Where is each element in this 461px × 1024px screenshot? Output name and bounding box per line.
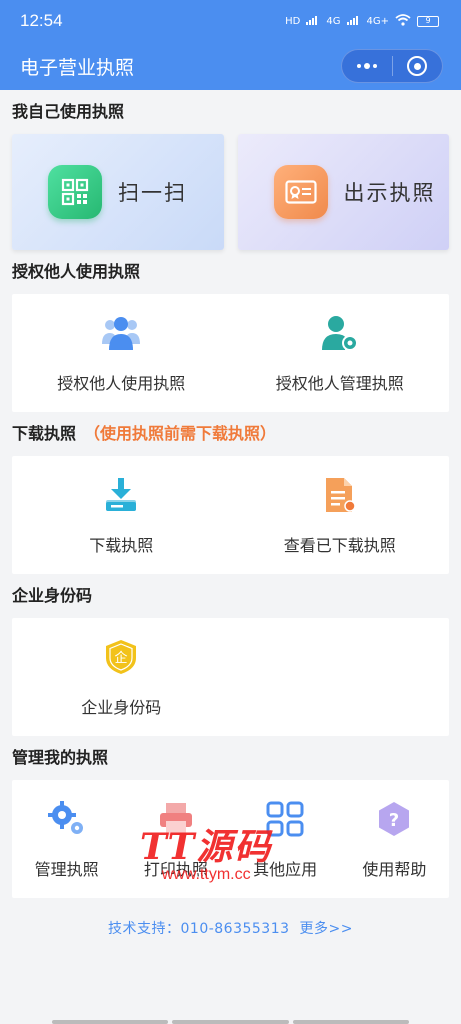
status-time: 12:54 <box>20 11 63 30</box>
download-license-label: 下载执照 <box>89 536 154 555</box>
manage-panel: 管理执照 打印执照 其他应用 ? 使用帮助 <box>12 780 449 898</box>
apps-grid-icon <box>264 798 306 840</box>
manage-license-label: 管理执照 <box>34 860 99 879</box>
nav-bar: 电子营业执照 <box>0 42 461 90</box>
home-indicator <box>0 1020 461 1024</box>
download-icon <box>100 474 142 516</box>
license-card-icon <box>273 165 328 219</box>
enterprise-id-button[interactable]: 企 企业身份码 <box>12 618 231 736</box>
enterprise-id-label: 企业身份码 <box>81 698 162 717</box>
section-title-manage: 管理我的执照 <box>12 748 109 767</box>
authorize-panel: 授权他人使用执照 授权他人管理执照 <box>12 294 449 412</box>
view-downloaded-label: 查看已下载执照 <box>283 536 396 555</box>
empty-slot <box>231 618 450 736</box>
signal-icon <box>306 14 320 28</box>
users-icon <box>100 312 142 354</box>
hd-indicator: HD <box>285 15 301 27</box>
miniprogram-capsule <box>341 49 443 83</box>
dots-icon <box>356 63 377 69</box>
user-gear-icon <box>319 312 361 354</box>
page-title: 电子营业执照 <box>20 56 135 79</box>
help-label: 使用帮助 <box>362 860 427 879</box>
printer-icon <box>155 798 197 840</box>
battery-icon: 9 <box>417 15 439 27</box>
svg-text:?: ? <box>389 810 399 831</box>
wifi-icon <box>395 13 411 29</box>
status-bar: 12:54 HD 4G 4G+ 9 <box>0 0 461 42</box>
print-license-label: 打印执照 <box>143 860 208 879</box>
qr-code-icon <box>48 165 102 219</box>
status-icons: HD 4G 4G+ 9 <box>285 13 439 29</box>
section-title-download: 下载执照 （使用执照前需下载执照） <box>0 412 461 456</box>
more-button[interactable] <box>342 50 392 82</box>
footer: 技术支持：010-86355313 更多>> <box>0 918 461 938</box>
badge-char: 企 <box>115 650 128 666</box>
help-button[interactable]: ? 使用帮助 <box>340 780 449 898</box>
signal-icon-2 <box>346 14 361 28</box>
download-license-button[interactable]: 下载执照 <box>12 456 231 574</box>
scan-label: 扫一扫 <box>118 181 187 205</box>
authorize-manage-button[interactable]: 授权他人管理执照 <box>231 294 450 412</box>
authorize-use-label: 授权他人使用执照 <box>57 374 186 393</box>
show-license-button[interactable]: 出示执照 <box>237 134 449 250</box>
enterprise-id-panel: 企 企业身份码 <box>12 618 449 736</box>
download-title-text: 下载执照 <box>12 424 77 443</box>
shield-badge-icon: 企 <box>100 636 142 678</box>
self-use-cards: 扫一扫 出示执照 <box>0 134 461 250</box>
print-license-button[interactable]: 打印执照 <box>121 780 230 898</box>
help-icon: ? <box>373 798 415 840</box>
download-panel: 下载执照 查看已下载执照 <box>12 456 449 574</box>
section-title-enterprise-id: 企业身份码 <box>12 586 93 605</box>
other-apps-button[interactable]: 其他应用 <box>231 780 340 898</box>
show-license-label: 出示执照 <box>343 181 436 205</box>
gears-icon <box>46 798 88 840</box>
support-phone-link[interactable]: 技术支持：010-86355313 <box>108 921 290 937</box>
network-4g-indicator: 4G <box>326 15 341 27</box>
scan-button[interactable]: 扫一扫 <box>12 134 224 250</box>
document-icon <box>319 474 361 516</box>
other-apps-label: 其他应用 <box>253 860 318 879</box>
download-note: （使用执照前需下载执照） <box>84 424 277 443</box>
view-downloaded-button[interactable]: 查看已下载执照 <box>231 456 450 574</box>
section-title-self-use: 我自己使用执照 <box>12 102 125 121</box>
more-link[interactable]: 更多>> <box>300 921 353 937</box>
manage-license-button[interactable]: 管理执照 <box>12 780 121 898</box>
authorize-use-button[interactable]: 授权他人使用执照 <box>12 294 231 412</box>
close-button[interactable] <box>393 50 443 82</box>
section-title-authorize: 授权他人使用执照 <box>12 262 141 281</box>
network-4gplus-indicator: 4G+ <box>366 15 390 27</box>
target-icon <box>407 56 428 76</box>
authorize-manage-label: 授权他人管理执照 <box>275 374 404 393</box>
